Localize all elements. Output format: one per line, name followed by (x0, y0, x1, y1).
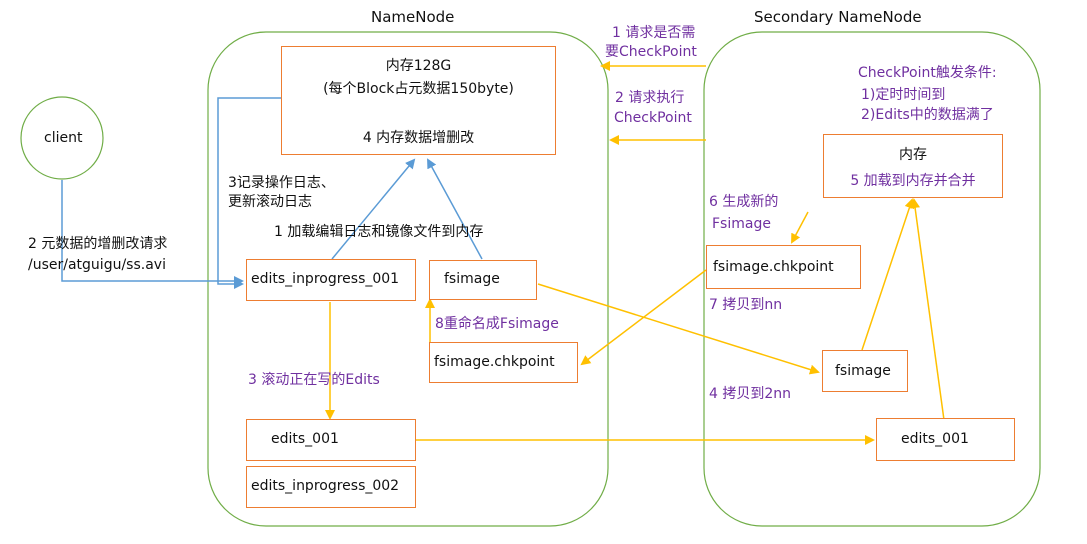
roll-edits-label: 3 滚动正在写的Edits (248, 372, 380, 388)
load-edits-arrow (331, 158, 416, 260)
snn-fsimage-label: fsimage (835, 363, 891, 379)
nn-fsimage-chkpoint-box: fsimage.chkpoint (429, 342, 578, 383)
trigger-condition-1: 1)定时时间到 (861, 87, 946, 103)
snn-memory-box: 内存 5 加载到内存并合并 (823, 134, 1003, 198)
namenode-memory-box: 内存128G (每个Block占元数据150byte) 4 内存数据增删改 (281, 46, 556, 155)
copy-to-nn-label: 7 拷贝到nn (709, 297, 783, 313)
load-fsimage-arrow (427, 158, 483, 260)
namenode-memory-size: 内存128G (385, 58, 452, 74)
snn-merge-label: 5 加载到内存并合并 (850, 173, 976, 189)
generate-fsimage-arrow (791, 211, 809, 244)
fsimage-label: fsimage (444, 271, 500, 287)
copy-to-2nn-label: 4 拷贝到2nn (709, 386, 792, 402)
generate-fsimage-line1: 6 生成新的 (709, 194, 779, 210)
namenode-memory-op: 4 内存数据增删改 (362, 130, 475, 146)
edits-inprogress-001-label: edits_inprogress_001 (251, 271, 400, 287)
trigger-condition-2: 2)Edits中的数据满了 (861, 107, 994, 123)
snn-fsimage-chkpoint-box: fsimage.chkpoint (706, 245, 861, 289)
load-logs-label: 1 加载编辑日志和镜像文件到内存 (274, 224, 484, 240)
namenode-title: NameNode (371, 8, 455, 26)
ask-checkpoint-line2: 要CheckPoint (605, 44, 697, 60)
copy-chkpoint-to-nn-arrow (580, 269, 707, 366)
trigger-title: CheckPoint触发条件: (858, 65, 997, 81)
meta-request-line2: /user/atguigu/ss.avi (28, 257, 166, 273)
exec-checkpoint-line1: 2 请求执行 (615, 90, 685, 106)
edits-001-box: edits_001 (246, 419, 416, 461)
log-label-line1: 3记录操作日志、 (228, 175, 335, 191)
secondary-namenode-title: Secondary NameNode (754, 8, 922, 26)
edits-001-label: edits_001 (271, 431, 339, 447)
load-edits-2nn-arrow (910, 198, 945, 421)
edits-inprogress-002-label: edits_inprogress_002 (251, 478, 400, 494)
snn-fsimage-box: fsimage (822, 350, 908, 392)
generate-fsimage-line2: Fsimage (712, 216, 771, 232)
fsimage-box: fsimage (429, 260, 537, 300)
meta-request-line1: 2 元数据的增删改请求 (28, 236, 168, 252)
nn-fsimage-chkpoint-label: fsimage.chkpoint (434, 354, 555, 370)
exec-checkpoint-line2: CheckPoint (614, 110, 692, 126)
log-label-line2: 更新滚动日志 (228, 194, 312, 210)
ask-checkpoint-line1: 1 请求是否需 (612, 25, 696, 41)
namenode-memory-note: (每个Block占元数据150byte) (323, 81, 514, 97)
edits-inprogress-001-box: edits_inprogress_001 (246, 259, 416, 301)
snn-fsimage-chkpoint-label: fsimage.chkpoint (713, 259, 834, 275)
edits-inprogress-002-box: edits_inprogress_002 (246, 466, 416, 508)
load-fsimage-2nn-arrow (861, 198, 915, 351)
snn-edits-001-box: edits_001 (876, 418, 1015, 461)
client-label: client (44, 130, 83, 146)
snn-memory-label: 内存 (899, 147, 927, 163)
rename-label: 8重命名成Fsimage (435, 316, 559, 332)
snn-edits-001-label: edits_001 (901, 431, 969, 447)
